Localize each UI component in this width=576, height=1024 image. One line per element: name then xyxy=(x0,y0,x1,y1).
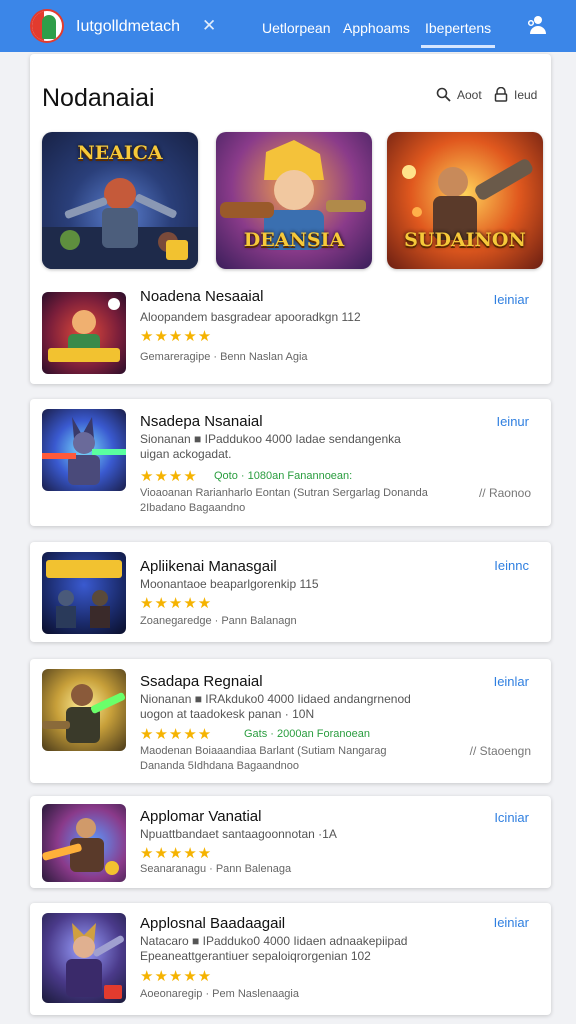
app-description: Moonantaoe beaparlgorenkip 115 xyxy=(140,577,319,591)
app-thumbnail xyxy=(42,409,126,491)
install-button[interactable]: Ieinlar xyxy=(494,674,529,689)
app-title: Applomar Vanatial xyxy=(140,808,262,825)
install-button[interactable]: Ieiniar xyxy=(494,915,529,930)
app-meta: Vioaoanan Rarianharlo Eontan (Sutran Ser… xyxy=(140,487,428,514)
lock-label: Ieud xyxy=(514,87,538,102)
app-thumbnail xyxy=(42,292,126,374)
star-rating: ★★★★★ xyxy=(140,968,213,985)
app-description: Natacaro ■ IPadduko0 4000 Iidaen adnaake… xyxy=(140,934,408,963)
app-description: Npuattbandaet santaagoonnotan ·1A xyxy=(140,827,337,841)
featured-section: Nodanaiai Aoot Ieud NEAICA DEANSIA SUDAI… xyxy=(30,54,551,384)
app-thumbnail xyxy=(42,552,126,634)
install-button[interactable]: Iciniar xyxy=(494,810,529,825)
release-note: Qoto · 1080an Fanannoean: xyxy=(214,470,353,482)
search-button[interactable]: Aoot xyxy=(436,87,482,102)
star-rating: ★★★★★ xyxy=(140,726,213,743)
side-note: // Raonoo xyxy=(478,486,531,500)
thumbnail-art xyxy=(48,298,120,362)
app-meta: Aoeonaregip · Pem Naslenaagia xyxy=(140,988,299,1000)
install-button[interactable]: Ieiniar xyxy=(494,292,529,307)
app-thumbnail xyxy=(42,669,126,751)
app-logo[interactable] xyxy=(30,9,64,43)
app-description: Nionanan ■ IRAkduko0 4000 Iidaed andangr… xyxy=(140,692,411,721)
side-note: // Staoengn xyxy=(469,744,531,758)
thumbnail-art xyxy=(66,923,124,999)
banner-game-1[interactable]: NEAICA xyxy=(42,132,198,269)
thumbnail-art xyxy=(46,560,122,628)
thumbnail-art xyxy=(42,818,119,875)
list-item[interactable]: Nsadepa Nsanaial Sionanan ■ IPaddukoo 40… xyxy=(30,399,551,526)
app-meta: Gemareragipe · Benn Naslan Agia xyxy=(140,351,308,363)
list-item[interactable]: Applosnal Baadaagail Natacaro ■ IPadduko… xyxy=(30,903,551,1015)
banner-3-title: SUDAINON xyxy=(404,229,526,251)
banner-game-3[interactable]: SUDAINON xyxy=(387,132,543,269)
banner-2-title: DEANSIA xyxy=(243,229,345,251)
app-title: Noadena Nesaaial xyxy=(140,288,264,305)
list-item[interactable]: Apliikenai Manasgail Moonantaoe beaparlg… xyxy=(30,542,551,642)
star-rating: ★★★★★ xyxy=(140,328,213,345)
lock-icon xyxy=(494,87,508,102)
close-icon[interactable]: ✕ xyxy=(202,16,216,36)
app-title: Ssadapa Regnaial xyxy=(140,673,263,690)
app-title: Apliikenai Manasgail xyxy=(140,558,277,575)
section-title: Nodanaiai xyxy=(42,84,155,112)
app-meta: Maodenan Boiaaandiaa Barlant (Sutiam Nan… xyxy=(140,745,387,772)
app-title: Nsadepa Nsanaial xyxy=(140,413,263,430)
search-icon xyxy=(436,87,451,102)
tab-uetlorpean[interactable]: Uetlorpean xyxy=(262,20,331,36)
banner-game-2[interactable]: DEANSIA xyxy=(216,132,372,269)
app-description: Aloopandem basgradear apooradkgn 112 xyxy=(140,310,361,324)
star-rating: ★★★★★ xyxy=(140,845,213,862)
tab-ibepertens[interactable]: Ibepertens xyxy=(420,20,496,48)
install-button[interactable]: Ieinur xyxy=(496,414,529,429)
list-item[interactable]: Applomar Vanatial Npuattbandaet santaago… xyxy=(30,796,551,888)
app-thumbnail xyxy=(42,804,126,882)
install-button[interactable]: Ieinnc xyxy=(494,558,529,573)
list-item[interactable]: Noadena Nesaaial Aloopandem basgradear a… xyxy=(30,282,551,384)
list-item[interactable]: Ssadapa Regnaial Nionanan ■ IRAkduko0 40… xyxy=(30,659,551,783)
app-description: Sionanan ■ IPaddukoo 4000 Iadae sendange… xyxy=(140,432,401,461)
top-app-bar: Iutgolldmetach ✕ Uetlorpean Apphoams Ibe… xyxy=(0,0,576,52)
thumbnail-art xyxy=(42,684,126,743)
star-rating: ★★★★ xyxy=(140,468,198,485)
tab-apphoams[interactable]: Apphoams xyxy=(343,20,410,36)
release-note: Gats · 2000an Foranoean xyxy=(244,728,370,740)
app-meta: Seanaranagu · Pann Balenaga xyxy=(140,863,292,875)
search-label: Aoot xyxy=(457,87,482,102)
thumbnail-art xyxy=(42,417,126,485)
lock-button[interactable]: Ieud xyxy=(494,87,537,102)
star-rating: ★★★★★ xyxy=(140,595,213,612)
app-title: Applosnal Baadaagail xyxy=(140,915,286,932)
banner-1-title: NEAICA xyxy=(77,142,163,164)
app-meta: Zoanegaredge · Pann Balanagn xyxy=(140,615,297,627)
brand-name: Iutgolldmetach xyxy=(76,18,181,35)
app-thumbnail xyxy=(42,913,126,1003)
user-account-icon[interactable] xyxy=(526,14,548,36)
